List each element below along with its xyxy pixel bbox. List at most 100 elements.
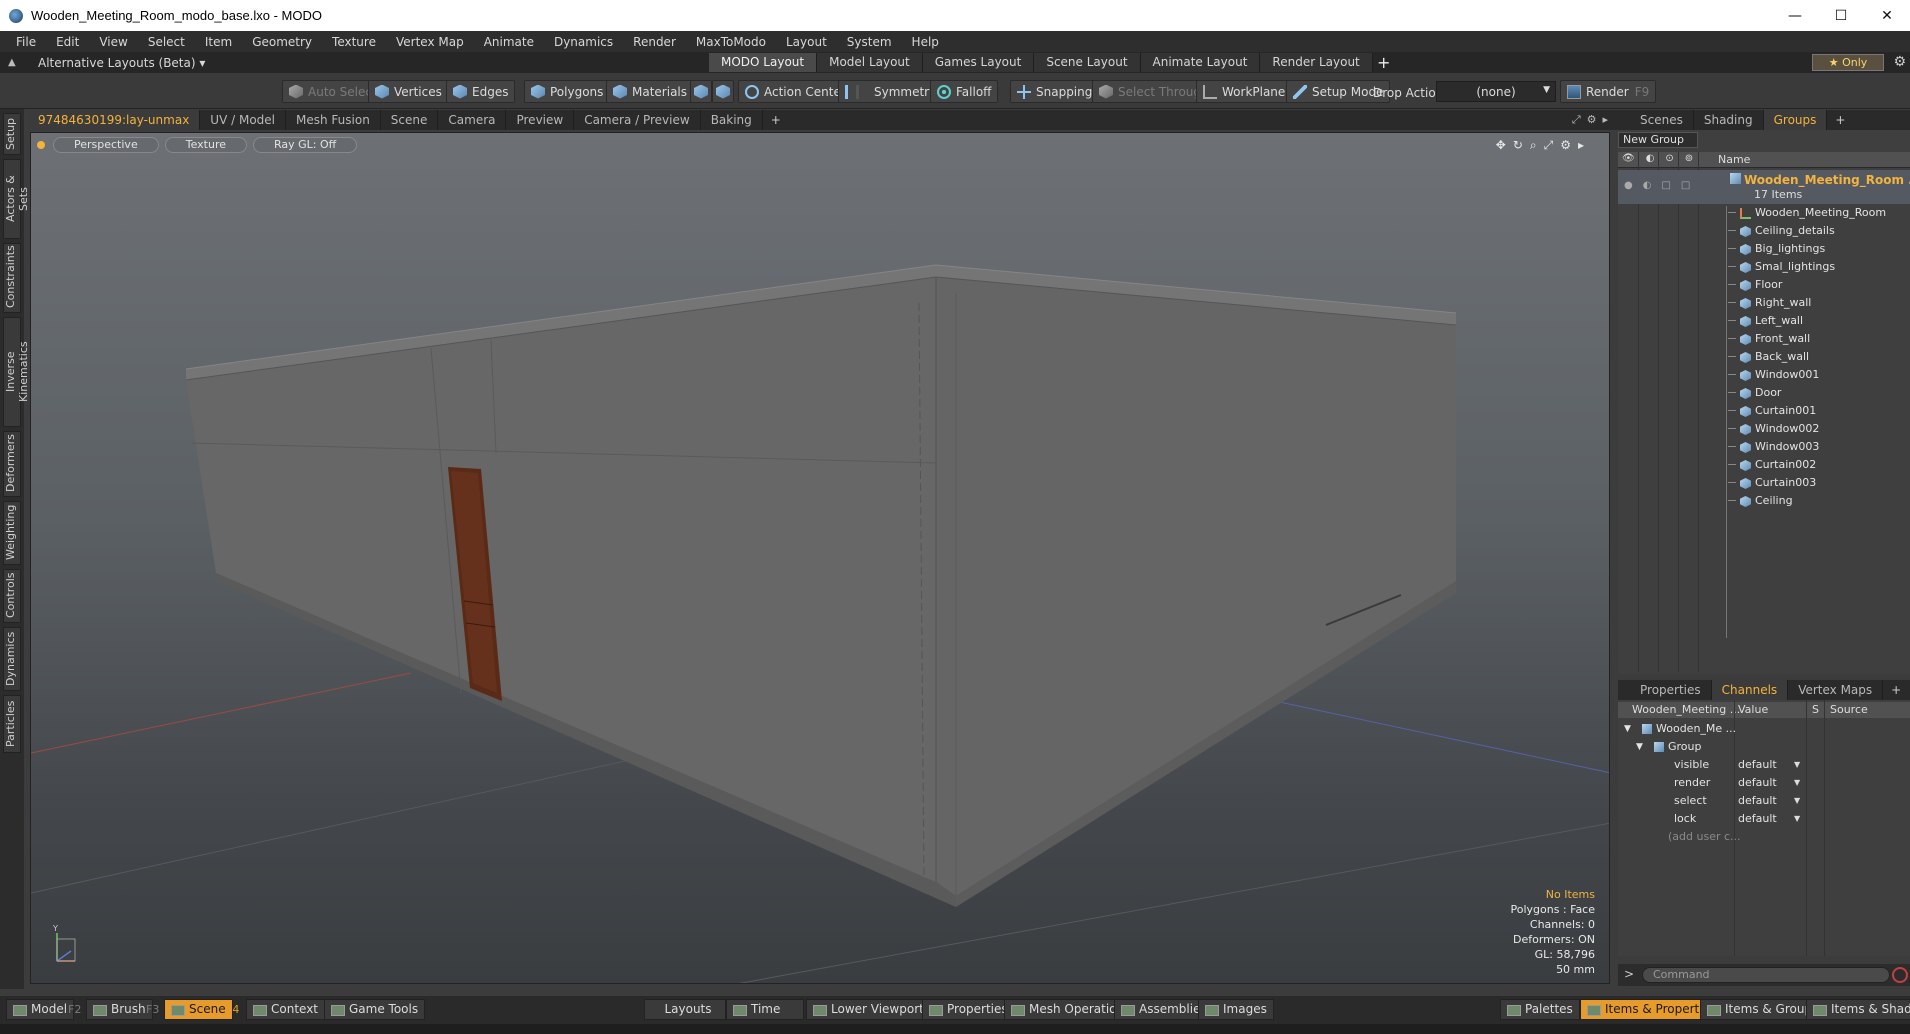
list-item[interactable]: Left_wall: [1618, 312, 1910, 330]
channel-row-render[interactable]: render default ▼: [1618, 774, 1910, 792]
vtab-dynamics[interactable]: Dynamics: [3, 627, 21, 691]
selection-mode-button[interactable]: [712, 80, 734, 103]
only-button[interactable]: ★ Only: [1812, 54, 1884, 71]
list-item[interactable]: Big_lightings: [1618, 240, 1910, 258]
tab-mesh-fusion[interactable]: Mesh Fusion: [286, 110, 381, 130]
channel-name-header[interactable]: Wooden_Meeting ...: [1632, 703, 1740, 716]
menu-select[interactable]: Select: [138, 35, 195, 49]
items-shading-button[interactable]: Items & Shading: [1806, 999, 1910, 1020]
channel-group-row[interactable]: ▼ Group: [1618, 738, 1910, 756]
raygl-button[interactable]: Ray GL: Off: [253, 137, 358, 153]
vtab-setup[interactable]: Setup: [3, 113, 21, 155]
list-item[interactable]: Window002: [1618, 420, 1910, 438]
expand-arrow-icon[interactable]: ▼: [1624, 720, 1631, 738]
add-panel-tab-button[interactable]: +: [1827, 113, 1853, 127]
workplane-button[interactable]: WorkPlane: [1196, 80, 1293, 103]
tab-preview[interactable]: Preview: [506, 110, 575, 130]
model-button[interactable]: Model: [6, 999, 75, 1020]
list-item[interactable]: Front_wall: [1618, 330, 1910, 348]
images-button[interactable]: Images: [1198, 999, 1274, 1020]
3d-viewport[interactable]: Perspective Texture Ray GL: Off ✥↻⌕⤢⚙▸ Y…: [30, 132, 1610, 984]
channel-row-lock[interactable]: lock default ▼: [1618, 810, 1910, 828]
add-layout-button[interactable]: +: [1373, 53, 1395, 72]
vtab-particles[interactable]: Particles: [3, 695, 21, 753]
menu-dynamics[interactable]: Dynamics: [544, 35, 623, 49]
lower-viewports-button[interactable]: Lower Viewports: [806, 999, 938, 1020]
list-item[interactable]: Floor: [1618, 276, 1910, 294]
selection-sets-button[interactable]: [690, 80, 712, 103]
name-column-header[interactable]: Name: [1718, 153, 1750, 166]
menu-system[interactable]: System: [837, 35, 902, 49]
minimize-button[interactable]: —: [1772, 0, 1818, 31]
close-button[interactable]: ✕: [1864, 0, 1910, 31]
polygons-button[interactable]: Polygons: [524, 80, 611, 103]
channel-value[interactable]: default: [1738, 810, 1798, 828]
menu-item[interactable]: Item: [195, 35, 242, 49]
menu-edit[interactable]: Edit: [46, 35, 89, 49]
list-item[interactable]: Curtain002: [1618, 456, 1910, 474]
command-input[interactable]: Command: [1642, 967, 1890, 983]
vtab-actors-sets[interactable]: Actors & Sets: [3, 159, 30, 239]
context-button[interactable]: Context: [246, 999, 326, 1020]
channel-s-header[interactable]: S: [1812, 703, 1819, 716]
tab-shading[interactable]: Shading: [1694, 110, 1764, 130]
channel-row-select[interactable]: select default ▼: [1618, 792, 1910, 810]
channel-value[interactable]: default: [1738, 792, 1798, 810]
materials-button[interactable]: Materials: [606, 80, 695, 103]
scene-button[interactable]: Scene: [164, 999, 233, 1020]
record-macro-icon[interactable]: [1892, 967, 1908, 983]
time-button[interactable]: Time: [726, 999, 804, 1020]
menu-help[interactable]: Help: [902, 35, 949, 49]
symmetry-button[interactable]: Symmetry: [838, 80, 944, 103]
vtab-inverse-kinematics[interactable]: Inverse Kinematics: [3, 317, 30, 427]
list-item[interactable]: Back_wall: [1618, 348, 1910, 366]
vtab-weighting[interactable]: Weighting: [3, 501, 21, 565]
chevron-down-icon[interactable]: ▼: [1794, 792, 1800, 810]
vtab-controls[interactable]: Controls: [3, 569, 21, 623]
expand-arrow-icon[interactable]: ▼: [1636, 738, 1643, 756]
tab-modo-layout[interactable]: MODO Layout: [709, 53, 818, 72]
add-properties-tab-button[interactable]: +: [1883, 683, 1909, 697]
tab-baking[interactable]: Baking: [701, 110, 763, 130]
falloff-button[interactable]: Falloff: [930, 80, 999, 103]
tab-model-layout[interactable]: Model Layout: [817, 53, 923, 72]
tab-games-layout[interactable]: Games Layout: [922, 53, 1035, 72]
tab-groups[interactable]: Groups: [1763, 110, 1828, 130]
list-item[interactable]: Wooden_Meeting_Room: [1618, 204, 1910, 222]
channel-value[interactable]: default: [1738, 774, 1798, 792]
menu-render[interactable]: Render: [623, 35, 686, 49]
menu-layout[interactable]: Layout: [776, 35, 837, 49]
group-root-wooden-meeting-room[interactable]: ●◐□□ Wooden_Meeting_Room ... 17 Items: [1618, 170, 1910, 204]
list-item[interactable]: Ceiling: [1618, 492, 1910, 510]
brush-button[interactable]: Brush: [86, 999, 153, 1020]
tab-scene-layout[interactable]: Scene Layout: [1034, 53, 1141, 72]
menu-maxtomodo[interactable]: MaxToModo: [686, 35, 776, 49]
vtab-constraints[interactable]: Constraints: [3, 243, 21, 313]
layouts-button[interactable]: Layouts: [644, 999, 726, 1020]
tab-uv-model[interactable]: UV / Model: [200, 110, 286, 130]
properties-button[interactable]: Properties: [922, 999, 1015, 1020]
channel-source-header[interactable]: Source: [1830, 703, 1868, 716]
list-item[interactable]: Window003: [1618, 438, 1910, 456]
channel-value-header[interactable]: Value: [1738, 703, 1768, 716]
arrow-up-icon[interactable]: ▲: [8, 57, 22, 68]
tab-scenes[interactable]: Scenes: [1630, 110, 1694, 130]
tab-lay-unmax[interactable]: 97484630199:lay-unmax: [28, 110, 201, 130]
action-center-button[interactable]: Action Center: [738, 80, 853, 103]
chevron-down-icon[interactable]: ▼: [1794, 774, 1800, 792]
chevron-down-icon[interactable]: ▼: [1794, 810, 1800, 828]
list-item[interactable]: Curtain003: [1618, 474, 1910, 492]
menu-vertex-map[interactable]: Vertex Map: [386, 35, 474, 49]
menu-texture[interactable]: Texture: [322, 35, 386, 49]
new-group-button[interactable]: New Group: [1618, 132, 1698, 148]
channel-value[interactable]: default: [1738, 756, 1798, 774]
tab-channels[interactable]: Channels: [1711, 680, 1789, 700]
tab-camera[interactable]: Camera: [438, 110, 507, 130]
list-item[interactable]: Window001: [1618, 366, 1910, 384]
viewport-tab-options-icon[interactable]: ⤢⚙▸: [1572, 113, 1614, 127]
tab-camera-preview[interactable]: Camera / Preview: [574, 110, 701, 130]
tab-properties[interactable]: Properties: [1630, 680, 1712, 700]
gear-icon[interactable]: ⚙: [1893, 54, 1906, 70]
edges-button[interactable]: Edges: [446, 80, 516, 103]
vtab-deformers[interactable]: Deformers: [3, 431, 21, 497]
